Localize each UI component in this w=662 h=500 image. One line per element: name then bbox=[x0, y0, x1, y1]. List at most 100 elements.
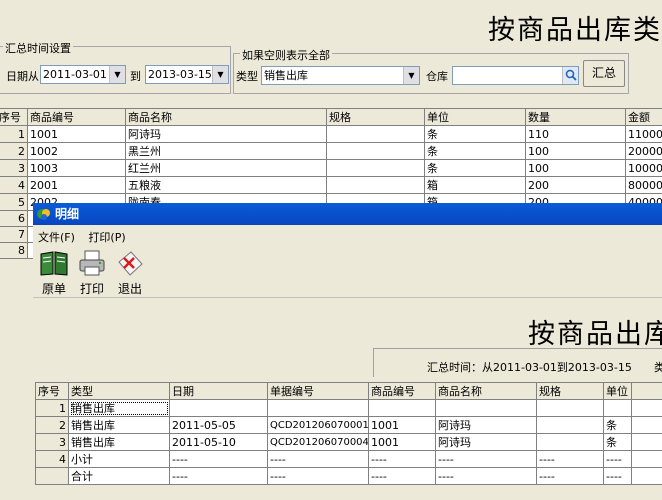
table-row[interactable]: 合计 ---- ---- ---- ---- ---- ---- bbox=[35, 467, 662, 485]
cell-code[interactable]: 1003 bbox=[27, 159, 126, 177]
row-number: 2 bbox=[0, 142, 28, 160]
col-header-name: 商品名称 bbox=[435, 382, 537, 400]
cell-unit[interactable]: ---- bbox=[603, 467, 632, 485]
cell-name[interactable]: 五粮液 bbox=[125, 176, 327, 194]
cell-unit[interactable]: 条 bbox=[603, 433, 632, 451]
cell-name[interactable]: 黑兰州 bbox=[125, 142, 327, 160]
cell-qty[interactable]: 200 bbox=[525, 176, 626, 194]
cell-doc[interactable]: QCD201206070004 bbox=[267, 433, 369, 451]
cell-unit[interactable]: 条 bbox=[424, 125, 526, 143]
cell-spec[interactable] bbox=[326, 159, 425, 177]
row-number: 3 bbox=[0, 159, 28, 177]
cell-code[interactable]: ---- bbox=[368, 450, 436, 468]
table-row[interactable]: 2 1002 黑兰州 条 100 20000 bbox=[0, 142, 662, 160]
cell-unit[interactable]: 条 bbox=[424, 159, 526, 177]
chevron-down-icon[interactable]: ▼ bbox=[109, 66, 125, 83]
exit-button[interactable]: 退出 bbox=[111, 248, 149, 297]
cell-unit[interactable] bbox=[603, 399, 632, 417]
cell-spec[interactable] bbox=[536, 433, 604, 451]
cell-type[interactable]: 合计 bbox=[68, 467, 170, 485]
cell-spec[interactable]: ---- bbox=[536, 467, 604, 485]
cell-spec[interactable] bbox=[326, 125, 425, 143]
row-number: 4 bbox=[35, 450, 69, 468]
exit-icon bbox=[115, 248, 145, 278]
cell-type[interactable]: 销售出库 bbox=[68, 416, 170, 434]
detail-window-titlebar[interactable]: 明细 bbox=[33, 203, 662, 225]
cell-name[interactable]: 阿诗玛 bbox=[435, 433, 537, 451]
cell-name[interactable] bbox=[435, 399, 537, 417]
cell-code[interactable]: ---- bbox=[368, 467, 436, 485]
cell-date[interactable] bbox=[169, 399, 268, 417]
cell-unit[interactable]: ---- bbox=[603, 450, 632, 468]
cell-name[interactable]: 阿诗玛 bbox=[435, 416, 537, 434]
cell-type[interactable]: 小计 bbox=[68, 450, 170, 468]
cell-type[interactable]: 销售出库 bbox=[68, 433, 170, 451]
chevron-down-icon[interactable]: ▼ bbox=[212, 66, 228, 83]
cell-code[interactable]: 1001 bbox=[27, 125, 126, 143]
cell-qty[interactable]: 100 bbox=[525, 142, 626, 160]
date-from-select[interactable]: 2011-03-01 ▼ bbox=[40, 65, 126, 84]
cell-amount[interactable]: 80000 bbox=[625, 176, 662, 194]
cell-name[interactable]: 阿诗玛 bbox=[125, 125, 327, 143]
cell-date[interactable]: 2011-05-05 bbox=[169, 416, 268, 434]
cell-amount[interactable]: 11000 bbox=[625, 125, 662, 143]
date-from-value: 2011-03-01 bbox=[43, 68, 107, 81]
col-header-date: 日期 bbox=[169, 382, 268, 400]
cell-code[interactable]: 1002 bbox=[27, 142, 126, 160]
col-header-code: 商品编号 bbox=[27, 108, 126, 126]
row-number: 2 bbox=[35, 416, 69, 434]
cell-qty[interactable]: 110 bbox=[525, 125, 626, 143]
table-row[interactable]: 4 2001 五粮液 箱 200 80000 bbox=[0, 176, 662, 194]
warehouse-input[interactable] bbox=[452, 66, 579, 85]
summary-button[interactable]: 汇总 bbox=[583, 60, 625, 87]
cell-name[interactable]: ---- bbox=[435, 450, 537, 468]
cell-doc[interactable]: QCD201206070001 bbox=[267, 416, 369, 434]
cell-date[interactable]: ---- bbox=[169, 450, 268, 468]
col-header-unit: 单位 bbox=[424, 108, 526, 126]
table-row[interactable]: 4 小计 ---- ---- ---- ---- ---- ---- bbox=[35, 450, 662, 468]
summary-time-text: 汇总时间：从2011-03-01到2013-03-15 bbox=[427, 361, 632, 374]
date-to-select[interactable]: 2013-03-15 ▼ bbox=[145, 65, 229, 84]
search-icon[interactable] bbox=[562, 67, 578, 84]
cell-doc[interactable]: ---- bbox=[267, 450, 369, 468]
cell-code[interactable] bbox=[368, 399, 436, 417]
summary-type-label: 类 bbox=[654, 361, 662, 374]
print-button[interactable]: 打印 bbox=[73, 248, 111, 297]
cell-spec[interactable] bbox=[326, 142, 425, 160]
cell-spec[interactable] bbox=[536, 399, 604, 417]
cell-type[interactable]: 销售出库 bbox=[68, 399, 170, 417]
cell-unit[interactable]: 条 bbox=[603, 416, 632, 434]
table-row[interactable]: 1 1001 阿诗玛 条 110 11000 bbox=[0, 125, 662, 143]
print-label: 打印 bbox=[79, 282, 104, 296]
cell-unit[interactable]: 箱 bbox=[424, 176, 526, 194]
cell-spec[interactable]: ---- bbox=[536, 450, 604, 468]
cell-doc[interactable] bbox=[267, 399, 369, 417]
table-row[interactable]: 2 销售出库 2011-05-05 QCD201206070001 1001 阿… bbox=[35, 416, 662, 434]
cell-name[interactable]: 红兰州 bbox=[125, 159, 327, 177]
cell-amount[interactable]: 10000 bbox=[625, 159, 662, 177]
cell-code[interactable]: 2001 bbox=[27, 176, 126, 194]
page-title: 按商品出库类 bbox=[488, 15, 662, 46]
cell-spec[interactable] bbox=[536, 416, 604, 434]
detail-menubar: 文件(F) 打印(P) bbox=[33, 225, 662, 246]
cell-date[interactable]: 2011-05-10 bbox=[169, 433, 268, 451]
col-header-spec: 规格 bbox=[326, 108, 425, 126]
cell-spec[interactable] bbox=[326, 176, 425, 194]
original-doc-button[interactable]: 原单 bbox=[35, 248, 73, 297]
cell-unit[interactable]: 条 bbox=[424, 142, 526, 160]
main-table-header: 序号 商品编号 商品名称 规格 单位 数量 金额 bbox=[0, 108, 662, 126]
table-row[interactable]: 3 销售出库 2011-05-10 QCD201206070004 1001 阿… bbox=[35, 433, 662, 451]
col-header-unit: 单位 bbox=[603, 382, 632, 400]
type-select[interactable]: 销售出库 ▼ bbox=[261, 66, 420, 85]
chevron-down-icon[interactable]: ▼ bbox=[403, 67, 419, 84]
cell-code[interactable]: 1001 bbox=[368, 433, 436, 451]
cell-code[interactable]: 1001 bbox=[368, 416, 436, 434]
cell-amount[interactable]: 20000 bbox=[625, 142, 662, 160]
cell-doc[interactable]: ---- bbox=[267, 467, 369, 485]
date-to-label: 到 bbox=[130, 70, 141, 83]
table-row[interactable]: 3 1003 红兰州 条 100 10000 bbox=[0, 159, 662, 177]
cell-date[interactable]: ---- bbox=[169, 467, 268, 485]
table-row[interactable]: 1 销售出库 bbox=[35, 399, 662, 417]
cell-name[interactable]: ---- bbox=[435, 467, 537, 485]
cell-qty[interactable]: 100 bbox=[525, 159, 626, 177]
